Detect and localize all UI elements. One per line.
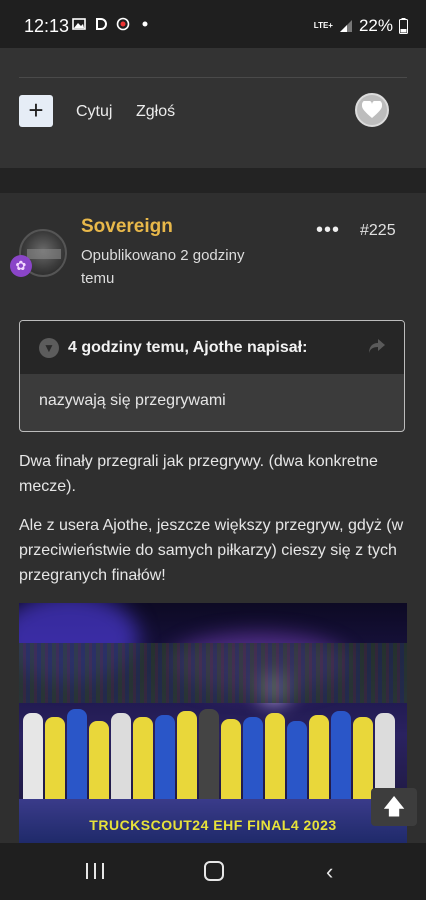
divider	[19, 77, 407, 78]
post-image[interactable]: TRUCKSCOUT24 EHF FINAL4 2023	[19, 603, 407, 843]
status-time: 12:13	[24, 16, 70, 36]
chevron-down-icon[interactable]: ▼	[39, 338, 59, 358]
scroll-to-top-button[interactable]: 🡅	[371, 788, 417, 826]
player	[199, 709, 219, 813]
home-icon[interactable]	[204, 861, 224, 881]
heart-icon	[362, 101, 382, 118]
quote-block: ▼ 4 godziny temu, Ajothe napisał: nazywa…	[19, 320, 405, 432]
gallery-icon	[72, 18, 86, 30]
player	[331, 711, 351, 813]
post-separator	[0, 168, 426, 193]
cite-link[interactable]: Cytuj	[76, 103, 112, 121]
post-timestamp: Opublikowano 2 godziny temu	[81, 247, 245, 287]
post-paragraph-1: Dwa finały przegrali jak przegrywy. (dwa…	[19, 453, 378, 495]
forum-post: ✿ Sovereign Opublikowano 2 godziny temu …	[0, 193, 426, 843]
event-banner: TRUCKSCOUT24 EHF FINAL4 2023	[89, 817, 337, 833]
player	[111, 713, 131, 813]
back-icon[interactable]: ‹	[326, 859, 333, 885]
multiquote-plus-button[interactable]: +	[19, 95, 53, 127]
team-players	[19, 693, 407, 813]
d-app-icon	[96, 18, 107, 30]
report-link[interactable]: Zgłoś	[136, 103, 175, 121]
previous-post-footer: + Cytuj Zgłoś	[0, 48, 426, 168]
quote-text: nazywają się przegrywami	[39, 392, 226, 409]
quote-citation: 4 godziny temu, Ajothe napisał:	[68, 339, 308, 356]
share-arrow-icon[interactable]	[368, 338, 386, 354]
system-navigation-bar: ‹	[0, 843, 426, 900]
notification-icons	[72, 17, 152, 31]
battery-icon	[399, 18, 408, 34]
signal-icon	[339, 20, 352, 32]
target-app-icon	[116, 17, 130, 31]
rank-badge-icon: ✿	[10, 255, 32, 277]
player	[265, 713, 285, 813]
quote-header[interactable]: ▼ 4 godziny temu, Ajothe napisał:	[20, 321, 404, 374]
like-button[interactable]	[355, 93, 389, 127]
post-author[interactable]: Sovereign	[81, 216, 173, 238]
status-right: LTE+ 22%	[314, 16, 408, 36]
post-menu-button[interactable]: •••	[316, 219, 340, 242]
battery-percent: 22%	[358, 16, 393, 35]
player	[177, 711, 197, 813]
recent-apps-icon[interactable]	[86, 863, 106, 879]
status-bar: 12:13 LTE+ 22%	[0, 0, 426, 48]
player	[67, 709, 87, 813]
post-number[interactable]: #225	[360, 222, 396, 240]
network-type: LTE+	[313, 21, 333, 30]
avatar-detail	[27, 249, 61, 259]
post-paragraph-2: Ale z usera Ajothe, jeszcze większy prze…	[19, 517, 404, 584]
player	[23, 713, 43, 813]
dot-icon	[142, 21, 148, 27]
